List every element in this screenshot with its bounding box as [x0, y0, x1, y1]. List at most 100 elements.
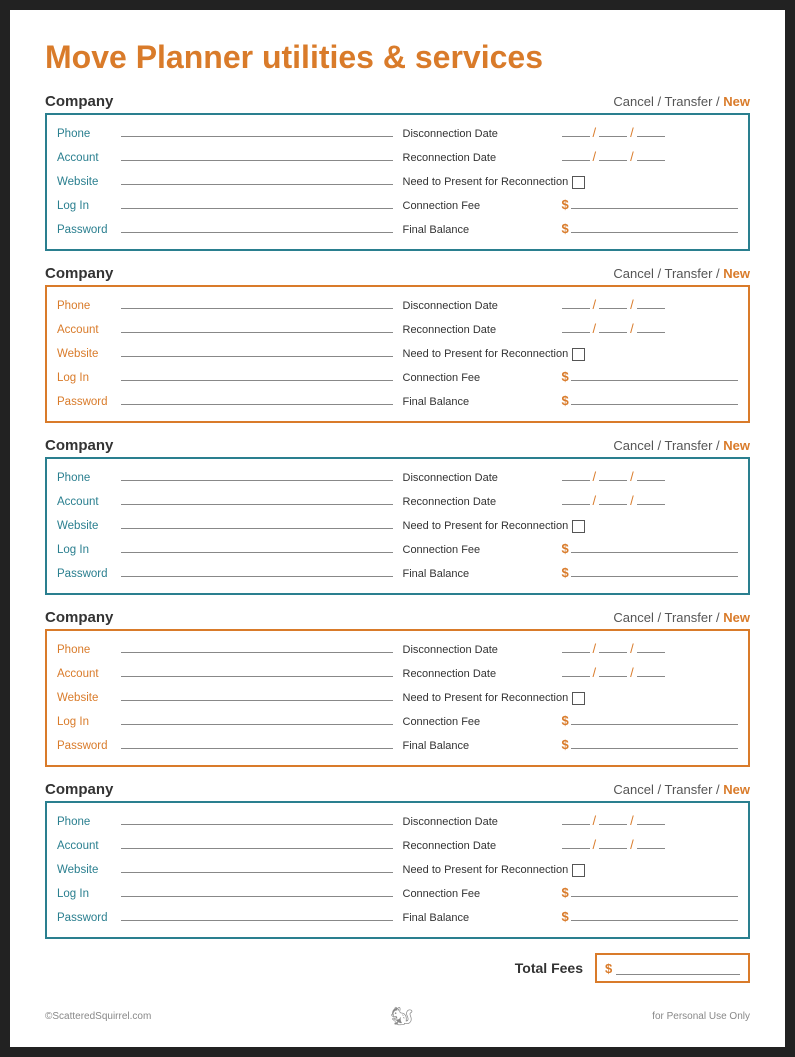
website-row-5: Website — [57, 859, 393, 881]
present-checkbox-5[interactable] — [572, 864, 585, 877]
phone-line-4[interactable] — [121, 639, 393, 653]
account-line-2[interactable] — [121, 319, 393, 333]
login-line-4[interactable] — [121, 711, 393, 725]
login-row-1: Log In — [57, 195, 393, 217]
phone-line-1[interactable] — [121, 123, 393, 137]
password-row-5: Password — [57, 907, 393, 929]
phone-line-3[interactable] — [121, 467, 393, 481]
phone-label-5: Phone — [57, 816, 117, 828]
website-label-3: Website — [57, 520, 117, 532]
account-line-4[interactable] — [121, 663, 393, 677]
cancel-transfer-new-5: Cancel / Transfer / New — [613, 782, 750, 797]
phone-label-1: Phone — [57, 128, 117, 140]
login-line-5[interactable] — [121, 883, 393, 897]
website-line-5[interactable] — [121, 859, 393, 873]
account-line-1[interactable] — [121, 147, 393, 161]
connfee-line-2[interactable] — [571, 367, 738, 381]
reconn-label-4: Reconnection Date — [403, 668, 558, 680]
account-line-3[interactable] — [121, 491, 393, 505]
phone-row-2: Phone — [57, 295, 393, 317]
balance-row-5: Final Balance $ — [403, 907, 739, 929]
section-5: Company Cancel / Transfer / New Phone Ac… — [45, 781, 750, 939]
reconn-row-3: Reconnection Date / / — [403, 491, 739, 513]
phone-line-2[interactable] — [121, 295, 393, 309]
left-col-2: Phone Account Website Log In — [57, 295, 393, 413]
total-fees-box[interactable]: $ — [595, 953, 750, 983]
connfee-line-1[interactable] — [571, 195, 738, 209]
reconn-label-2: Reconnection Date — [403, 324, 558, 336]
connfee-line-5[interactable] — [571, 883, 738, 897]
reconn-label-3: Reconnection Date — [403, 496, 558, 508]
present-checkbox-1[interactable] — [572, 176, 585, 189]
account-row-1: Account — [57, 147, 393, 169]
disconn-row-3: Disconnection Date / / — [403, 467, 739, 489]
balance-row-1: Final Balance $ — [403, 219, 739, 241]
balance-line-1[interactable] — [571, 219, 738, 233]
balance-line-2[interactable] — [571, 391, 738, 405]
form-box-2: Phone Account Website Log In — [45, 285, 750, 423]
disconn-label-3: Disconnection Date — [403, 472, 558, 484]
section-1: Company Cancel / Transfer / New Phone Ac… — [45, 93, 750, 251]
balance-row-3: Final Balance $ — [403, 563, 739, 585]
balance-line-3[interactable] — [571, 563, 738, 577]
company-label-5: Company — [45, 781, 113, 798]
website-row-1: Website — [57, 171, 393, 193]
page: Move Planner utilities & services Compan… — [10, 10, 785, 1047]
page-title: Move Planner utilities & services — [45, 40, 750, 75]
balance-line-5[interactable] — [571, 907, 738, 921]
phone-line-5[interactable] — [121, 811, 393, 825]
phone-row-3: Phone — [57, 467, 393, 489]
cancel-transfer-new-1: Cancel / Transfer / New — [613, 94, 750, 109]
password-line-5[interactable] — [121, 907, 393, 921]
footer-icon: 🐿 — [390, 1006, 413, 1027]
password-row-3: Password — [57, 563, 393, 585]
password-line-2[interactable] — [121, 391, 393, 405]
website-row-4: Website — [57, 687, 393, 709]
connfee-line-4[interactable] — [571, 711, 738, 725]
account-line-5[interactable] — [121, 835, 393, 849]
left-col-3: Phone Account Website Log In — [57, 467, 393, 585]
account-label-1: Account — [57, 152, 117, 164]
phone-row-5: Phone — [57, 811, 393, 833]
present-checkbox-3[interactable] — [572, 520, 585, 533]
password-row-4: Password — [57, 735, 393, 757]
website-line-2[interactable] — [121, 343, 393, 357]
account-row-5: Account — [57, 835, 393, 857]
password-line-3[interactable] — [121, 563, 393, 577]
present-checkbox-4[interactable] — [572, 692, 585, 705]
left-col-1: Phone Account Website Log In — [57, 123, 393, 241]
section-2-header: Company Cancel / Transfer / New — [45, 265, 750, 282]
present-checkbox-2[interactable] — [572, 348, 585, 361]
right-col-4: Disconnection Date / / Reconnection Date — [403, 639, 739, 757]
disconn-date-1: / / — [562, 123, 739, 140]
reconn-row-5: Reconnection Date / / — [403, 835, 739, 857]
form-box-5: Phone Account Website Log In — [45, 801, 750, 939]
balance-line-4[interactable] — [571, 735, 738, 749]
right-col-2: Disconnection Date / / Reconnection Date — [403, 295, 739, 413]
website-line-3[interactable] — [121, 515, 393, 529]
website-line-4[interactable] — [121, 687, 393, 701]
title-part2: utilities & services — [262, 39, 543, 75]
website-line-1[interactable] — [121, 171, 393, 185]
login-line-3[interactable] — [121, 539, 393, 553]
website-label-1: Website — [57, 176, 117, 188]
cancel-transfer-new-4: Cancel / Transfer / New — [613, 610, 750, 625]
login-line-1[interactable] — [121, 195, 393, 209]
password-line-1[interactable] — [121, 219, 393, 233]
login-label-3: Log In — [57, 544, 117, 556]
login-line-2[interactable] — [121, 367, 393, 381]
connfee-line-3[interactable] — [571, 539, 738, 553]
login-row-5: Log In — [57, 883, 393, 905]
connfee-label-3: Connection Fee — [403, 544, 558, 556]
section-5-header: Company Cancel / Transfer / New — [45, 781, 750, 798]
password-line-4[interactable] — [121, 735, 393, 749]
phone-row-1: Phone — [57, 123, 393, 145]
right-col-3: Disconnection Date / / Reconnection Date — [403, 467, 739, 585]
login-label-1: Log In — [57, 200, 117, 212]
website-row-2: Website — [57, 343, 393, 365]
connfee-row-2: Connection Fee $ — [403, 367, 739, 389]
connfee-label-4: Connection Fee — [403, 716, 558, 728]
section-4-header: Company Cancel / Transfer / New — [45, 609, 750, 626]
disconn-label-5: Disconnection Date — [403, 816, 558, 828]
total-fees-line[interactable] — [616, 961, 740, 975]
